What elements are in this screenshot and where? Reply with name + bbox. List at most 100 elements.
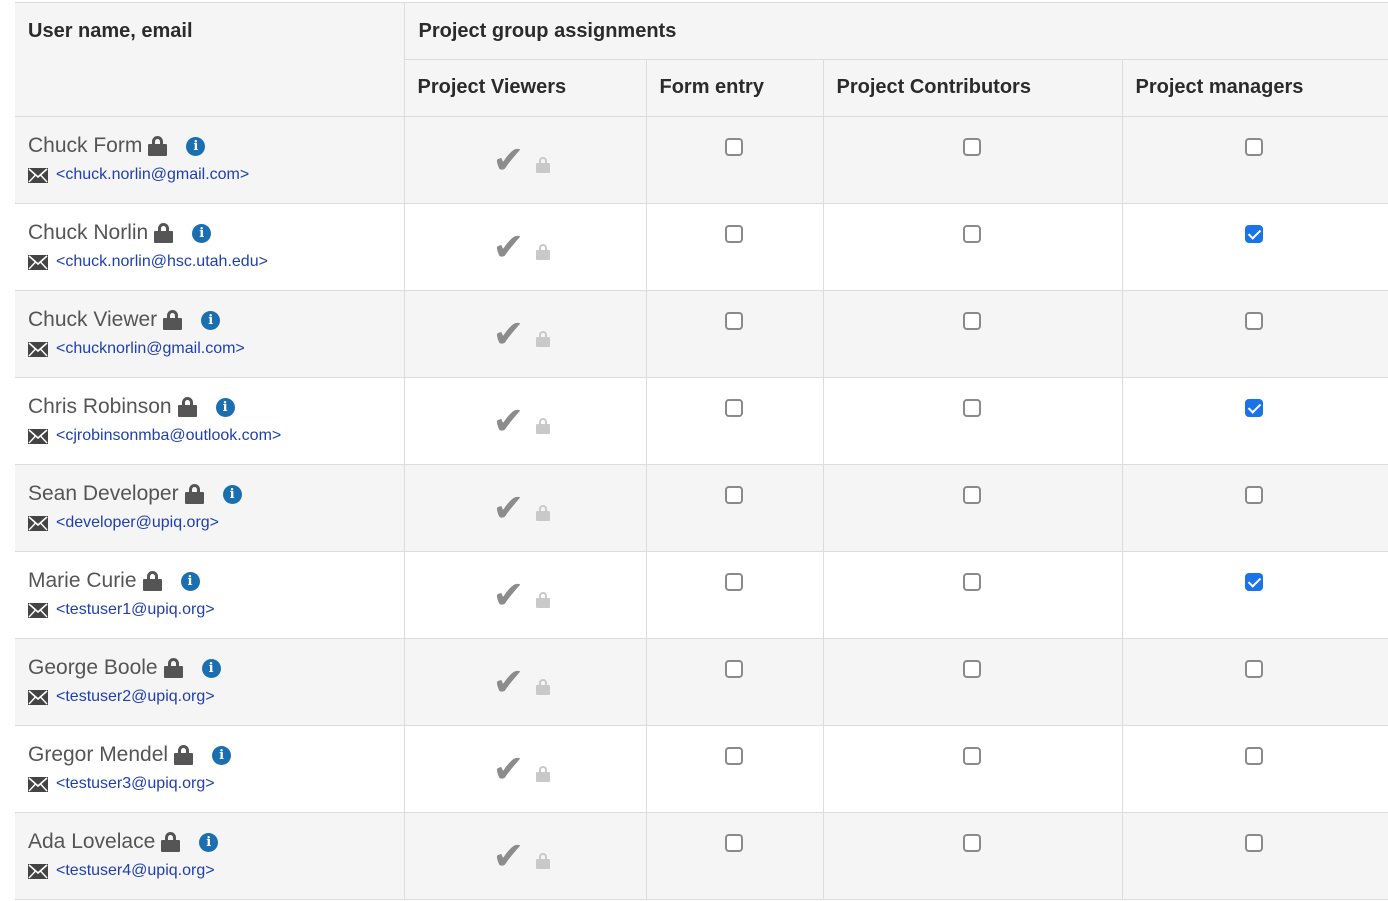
project-managers-checkbox[interactable] xyxy=(1244,399,1263,417)
checkmark-icon: ✔ xyxy=(492,573,525,617)
user-email-link[interactable]: <cjrobinsonmba@outlook.com> xyxy=(56,427,281,445)
info-icon[interactable]: i xyxy=(199,832,219,852)
project-contributors-checkbox[interactable] xyxy=(962,399,981,417)
user-cell: Chris Robinson i <cjrobinsonmba@outlook.… xyxy=(15,377,405,465)
project-managers-checkbox[interactable] xyxy=(1244,660,1263,678)
envelope-icon xyxy=(28,776,48,792)
user-column-header: User name, email xyxy=(15,2,405,117)
project-contributors-cell xyxy=(822,812,1123,900)
form-entry-checkbox[interactable] xyxy=(724,312,743,330)
user-email-link[interactable]: <chuck.norlin@hsc.utah.edu> xyxy=(56,253,268,271)
info-icon[interactable]: i xyxy=(215,397,235,417)
lock-icon xyxy=(535,766,550,782)
envelope-icon xyxy=(28,167,48,183)
table-row: Ada Lovelace i <testuser4@upiq.org> ✔ xyxy=(15,812,1388,900)
form-entry-cell xyxy=(645,551,824,639)
checkmark-icon: ✔ xyxy=(492,225,525,269)
info-icon[interactable]: i xyxy=(212,745,232,765)
lock-icon xyxy=(174,745,194,765)
user-cell: Chuck Viewer i <chucknorlin@gmail.com> xyxy=(15,290,405,378)
project-contributors-cell xyxy=(822,377,1123,465)
form-entry-checkbox[interactable] xyxy=(724,747,743,765)
checkmark-icon: ✔ xyxy=(492,486,525,530)
user-email-link[interactable]: <testuser2@upiq.org> xyxy=(56,688,215,706)
checkmark-icon: ✔ xyxy=(492,138,525,182)
project-contributors-checkbox[interactable] xyxy=(962,747,981,765)
form-entry-checkbox[interactable] xyxy=(724,138,743,156)
lock-icon xyxy=(163,658,183,678)
form-entry-cell xyxy=(645,377,824,465)
user-name: Sean Developer xyxy=(28,482,179,505)
envelope-icon xyxy=(28,863,48,879)
user-email-link[interactable]: <testuser4@upiq.org> xyxy=(56,862,215,880)
project-managers-checkbox[interactable] xyxy=(1244,573,1263,591)
lock-icon xyxy=(142,571,162,591)
lock-icon xyxy=(535,331,550,347)
project-managers-cell xyxy=(1121,725,1388,813)
info-icon[interactable]: i xyxy=(192,223,212,243)
project-contributors-cell xyxy=(822,116,1123,204)
table-row: Chuck Form i <chuck.norlin@gmail.com> ✔ xyxy=(15,116,1388,204)
user-email-link[interactable]: <chucknorlin@gmail.com> xyxy=(56,340,245,358)
form-entry-cell xyxy=(645,290,824,378)
form-entry-checkbox[interactable] xyxy=(724,486,743,504)
form-entry-checkbox[interactable] xyxy=(724,225,743,243)
info-icon[interactable]: i xyxy=(180,571,200,591)
form-entry-checkbox[interactable] xyxy=(724,660,743,678)
project-managers-checkbox[interactable] xyxy=(1244,834,1263,852)
project-viewers-cell: ✔ xyxy=(403,464,647,552)
table-row: George Boole i <testuser2@upiq.org> ✔ xyxy=(15,638,1388,726)
info-icon[interactable]: i xyxy=(201,310,221,330)
project-contributors-cell xyxy=(822,290,1123,378)
project-contributors-checkbox[interactable] xyxy=(962,834,981,852)
user-cell: Marie Curie i <testuser1@upiq.org> xyxy=(15,551,405,639)
checkmark-icon: ✔ xyxy=(492,399,525,443)
info-icon[interactable]: i xyxy=(222,484,242,504)
project-managers-cell xyxy=(1121,551,1388,639)
project-managers-checkbox[interactable] xyxy=(1244,312,1263,330)
project-managers-cell xyxy=(1121,290,1388,378)
user-email-link[interactable]: <developer@upiq.org> xyxy=(56,514,219,532)
project-contributors-checkbox[interactable] xyxy=(962,312,981,330)
group-assignments-table-container: User name, email Project group assignmen… xyxy=(15,2,1388,900)
project-contributors-cell xyxy=(822,203,1123,291)
lock-icon xyxy=(535,418,550,434)
envelope-icon xyxy=(28,341,48,357)
user-email-link[interactable]: <chuck.norlin@gmail.com> xyxy=(56,166,249,184)
column-header-project-managers: Project managers xyxy=(1121,59,1388,117)
project-contributors-cell xyxy=(822,464,1123,552)
user-name: Chris Robinson xyxy=(28,395,172,418)
project-contributors-cell xyxy=(822,551,1123,639)
table-row: Marie Curie i <testuser1@upiq.org> ✔ xyxy=(15,551,1388,639)
user-email-link[interactable]: <testuser3@upiq.org> xyxy=(56,775,215,793)
project-contributors-checkbox[interactable] xyxy=(962,486,981,504)
project-contributors-checkbox[interactable] xyxy=(962,225,981,243)
info-icon[interactable]: i xyxy=(201,658,221,678)
project-contributors-cell xyxy=(822,725,1123,813)
user-name: Chuck Form xyxy=(28,134,143,157)
project-managers-checkbox[interactable] xyxy=(1244,138,1263,156)
envelope-icon xyxy=(28,515,48,531)
checkmark-icon: ✔ xyxy=(492,834,525,878)
envelope-icon xyxy=(28,689,48,705)
project-contributors-checkbox[interactable] xyxy=(962,660,981,678)
envelope-icon xyxy=(28,428,48,444)
lock-icon xyxy=(535,157,550,173)
project-managers-cell xyxy=(1121,638,1388,726)
user-email-link[interactable]: <testuser1@upiq.org> xyxy=(56,601,215,619)
project-managers-checkbox[interactable] xyxy=(1244,225,1263,243)
project-managers-checkbox[interactable] xyxy=(1244,486,1263,504)
project-contributors-checkbox[interactable] xyxy=(962,138,981,156)
project-managers-cell xyxy=(1121,464,1388,552)
form-entry-checkbox[interactable] xyxy=(724,399,743,417)
user-cell: Gregor Mendel i <testuser3@upiq.org> xyxy=(15,725,405,813)
form-entry-checkbox[interactable] xyxy=(724,573,743,591)
info-icon[interactable]: i xyxy=(186,136,206,156)
project-managers-checkbox[interactable] xyxy=(1244,747,1263,765)
project-contributors-checkbox[interactable] xyxy=(962,573,981,591)
lock-icon xyxy=(154,223,174,243)
form-entry-checkbox[interactable] xyxy=(724,834,743,852)
project-managers-cell xyxy=(1121,203,1388,291)
lock-icon xyxy=(535,679,550,695)
lock-icon xyxy=(535,853,550,869)
